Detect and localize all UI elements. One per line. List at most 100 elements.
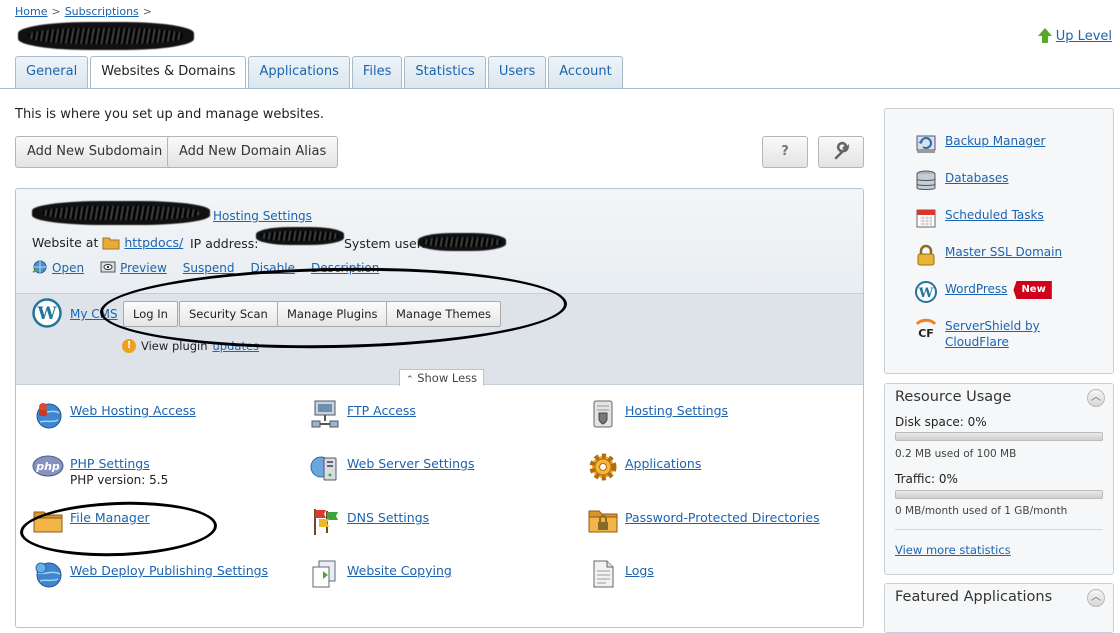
breadcrumb-home[interactable]: Home: [15, 5, 47, 18]
dns-settings-link[interactable]: DNS Settings: [347, 510, 429, 525]
wp-manage-themes-button[interactable]: Manage Themes: [386, 301, 501, 327]
open-link[interactable]: Open: [52, 261, 84, 275]
website-copying-item[interactable]: Website Copying: [309, 558, 452, 590]
my-cms-link[interactable]: My CMS: [70, 307, 118, 321]
locked-folder-icon: [588, 510, 618, 533]
traffic-label: Traffic: 0%: [895, 472, 958, 486]
tab-users[interactable]: Users: [487, 56, 547, 88]
website-copying-link[interactable]: Website Copying: [347, 563, 452, 578]
description-link[interactable]: Description: [311, 261, 379, 275]
new-badge: New: [1013, 281, 1052, 299]
help-button[interactable]: ?: [762, 136, 808, 168]
databases-item[interactable]: Databases: [915, 170, 1009, 192]
web-hosting-access-item[interactable]: Web Hosting Access: [32, 398, 196, 430]
logs-item[interactable]: Logs: [587, 558, 654, 590]
disable-link[interactable]: Disable: [250, 261, 295, 275]
php-settings-link[interactable]: PHP Settings: [70, 456, 150, 471]
scheduled-tasks-link[interactable]: Scheduled Tasks: [945, 207, 1044, 223]
preview-icon: [100, 261, 116, 273]
up-level-link[interactable]: Up Level: [1037, 28, 1112, 44]
php-settings-item[interactable]: php PHP Settings PHP version: 5.5: [32, 451, 168, 488]
add-domain-alias-button[interactable]: Add New Domain Alias: [167, 136, 339, 168]
open-action[interactable]: Open: [32, 260, 84, 275]
wordpress-icon: W: [915, 281, 937, 303]
hosting-settings-feature-link[interactable]: Hosting Settings: [625, 403, 728, 418]
disk-space-detail: 0.2 MB used of 100 MB: [895, 448, 1017, 460]
collapse-resource-usage-button[interactable]: ︿: [1087, 389, 1105, 407]
collapse-featured-applications-button[interactable]: ︿: [1087, 589, 1105, 607]
divider: [895, 529, 1103, 530]
wordpress-section: W My CMS Log In Security Scan Manage Plu…: [16, 293, 863, 387]
redacted-system-user: [418, 233, 506, 251]
wrench-icon: [834, 141, 850, 160]
web-deploy-publishing-item[interactable]: Web Deploy Publishing Settings: [32, 558, 268, 590]
plugin-updates-link[interactable]: updates: [213, 339, 260, 353]
php-icon: php: [32, 455, 64, 477]
open-globe-icon: [32, 260, 47, 274]
wp-login-button[interactable]: Log In: [123, 301, 178, 327]
scheduled-tasks-item[interactable]: Scheduled Tasks: [915, 207, 1044, 229]
breadcrumb-subscriptions[interactable]: Subscriptions: [65, 5, 139, 18]
tab-general[interactable]: General: [15, 56, 89, 88]
tab-statistics[interactable]: Statistics: [404, 56, 486, 88]
flags-icon: [314, 509, 338, 535]
breadcrumb: Home > Subscriptions >: [15, 5, 156, 18]
dns-settings-item[interactable]: DNS Settings: [309, 505, 429, 537]
up-level-label[interactable]: Up Level: [1056, 29, 1112, 44]
master-ssl-domain-link[interactable]: Master SSL Domain: [945, 244, 1062, 260]
warning-icon: !: [122, 339, 136, 353]
svg-text:CF: CF: [918, 327, 934, 340]
preview-link[interactable]: Preview: [120, 261, 167, 275]
tab-websites-domains[interactable]: Websites & Domains: [90, 56, 247, 89]
password-protected-directories-link[interactable]: Password-Protected Directories: [625, 510, 820, 525]
web-server-settings-link[interactable]: Web Server Settings: [347, 456, 474, 471]
gear-icon: [589, 453, 617, 481]
web-server-settings-item[interactable]: Web Server Settings: [309, 451, 474, 483]
tab-bar: General Websites & Domains Applications …: [15, 56, 623, 89]
ftp-icon: [311, 400, 339, 428]
ftp-access-item[interactable]: FTP Access: [309, 398, 416, 430]
master-ssl-domain-item[interactable]: Master SSL Domain: [915, 244, 1062, 266]
wp-manage-plugins-button[interactable]: Manage Plugins: [277, 301, 388, 327]
folder-icon: [102, 237, 120, 249]
chevron-up-icon: ︿: [1091, 392, 1101, 403]
backup-manager-item[interactable]: Backup Manager: [915, 133, 1045, 155]
file-manager-item[interactable]: File Manager: [32, 505, 150, 537]
page-intro: This is where you set up and manage webs…: [15, 107, 324, 122]
wp-security-scan-button[interactable]: Security Scan: [179, 301, 278, 327]
copy-icon: [312, 560, 336, 588]
backup-manager-link[interactable]: Backup Manager: [945, 133, 1045, 149]
database-icon: [916, 170, 936, 190]
server-icon: [310, 456, 337, 481]
ftp-access-link[interactable]: FTP Access: [347, 403, 416, 418]
wordpress-item[interactable]: W WordPress New: [915, 281, 1052, 303]
servershield-item[interactable]: CF ServerShield by CloudFlare: [915, 318, 1045, 350]
view-more-statistics-link[interactable]: View more statistics: [895, 543, 1011, 557]
logs-link[interactable]: Logs: [625, 563, 654, 578]
add-subdomain-button[interactable]: Add New Subdomain: [15, 136, 175, 168]
hosting-settings-link[interactable]: Hosting Settings: [213, 209, 312, 223]
file-manager-link[interactable]: File Manager: [70, 510, 150, 525]
website-at-label: Website at: [32, 235, 99, 250]
resource-usage-panel: Resource Usage ︿ Disk space: 0% 0.2 MB u…: [884, 383, 1114, 575]
httpdocs-link[interactable]: httpdocs/: [124, 235, 183, 250]
wordpress-link[interactable]: WordPress: [945, 282, 1007, 296]
preview-action[interactable]: Preview: [100, 260, 167, 275]
databases-link[interactable]: Databases: [945, 170, 1009, 186]
tab-account[interactable]: Account: [548, 56, 623, 88]
svg-text:php: php: [35, 460, 60, 473]
hosting-settings-item[interactable]: Hosting Settings: [587, 398, 728, 430]
web-deploy-publishing-link[interactable]: Web Deploy Publishing Settings: [70, 563, 268, 578]
applications-item[interactable]: Applications: [587, 451, 701, 483]
servershield-link[interactable]: ServerShield by CloudFlare: [945, 318, 1045, 350]
traffic-bar: [895, 490, 1103, 499]
tab-applications[interactable]: Applications: [248, 56, 350, 88]
web-hosting-access-link[interactable]: Web Hosting Access: [70, 403, 196, 418]
suspend-link[interactable]: Suspend: [183, 261, 235, 275]
tools-button[interactable]: [818, 136, 864, 168]
tab-files[interactable]: Files: [351, 56, 403, 88]
show-less-toggle[interactable]: ⌃ Show Less: [399, 369, 485, 387]
password-protected-directories-item[interactable]: Password-Protected Directories: [587, 505, 820, 537]
disk-space-label: Disk space: 0%: [895, 415, 987, 429]
applications-link[interactable]: Applications: [625, 456, 701, 471]
